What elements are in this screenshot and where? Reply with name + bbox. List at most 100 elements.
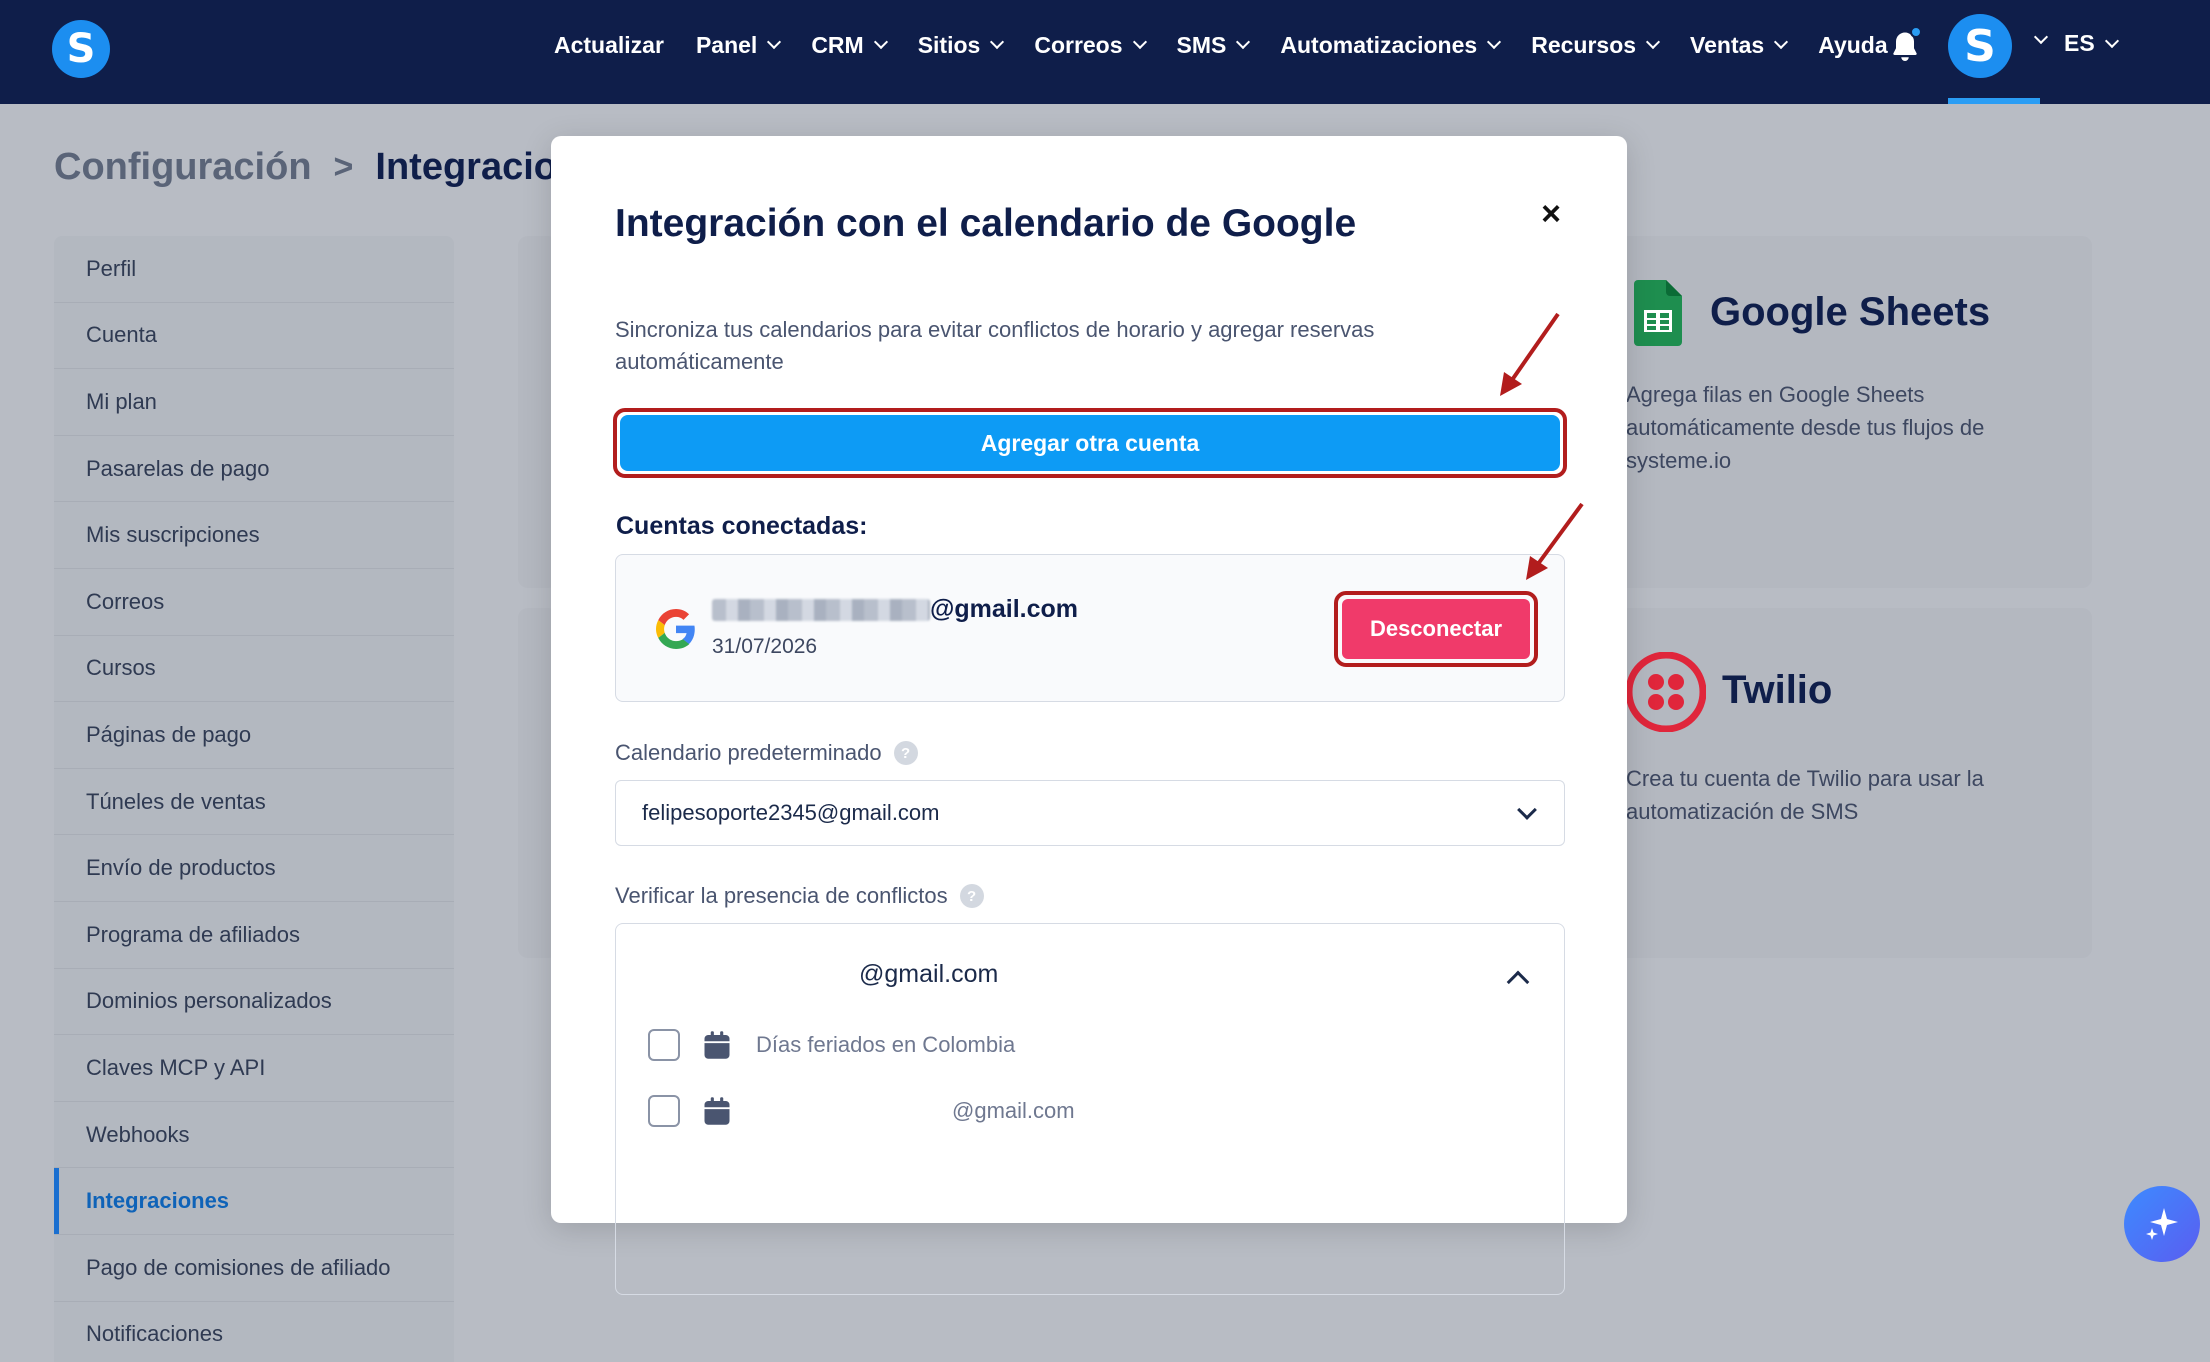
close-icon[interactable]: × bbox=[1533, 195, 1569, 233]
google-calendar-modal: Integración con el calendario de Google … bbox=[551, 136, 1627, 1295]
avatar-letter: S bbox=[1964, 20, 1996, 72]
sidebar-item[interactable]: Integraciones bbox=[54, 1168, 454, 1235]
sidebar-item[interactable]: Webhooks bbox=[54, 1102, 454, 1169]
calendar-checkbox[interactable] bbox=[648, 1095, 680, 1127]
sidebar-item[interactable]: Túneles de ventas bbox=[54, 769, 454, 836]
sidebar-item[interactable]: Cursos bbox=[54, 636, 454, 703]
sidebar-item[interactable]: Mis suscripciones bbox=[54, 502, 454, 569]
sidebar-item[interactable]: Programa de afiliados bbox=[54, 902, 454, 969]
default-calendar-select[interactable]: felipesoporte2345@gmail.com bbox=[615, 780, 1565, 846]
nav-item-sitios[interactable]: Sitios bbox=[917, 31, 1005, 59]
modal-description: Sincroniza tus calendarios para evitar c… bbox=[615, 317, 1375, 374]
sidebar-item[interactable]: Pago de comisiones de afiliado bbox=[54, 1235, 454, 1302]
main-nav: Actualizar Panel CRM Sitios Correos SMS Automa… bbox=[554, 0, 1920, 90]
sidebar-item-label: Pago de comisiones de afiliado bbox=[86, 1254, 391, 1280]
systeme-logo[interactable]: S bbox=[52, 20, 110, 78]
calendar-name: Días feriados en Colombia bbox=[756, 1032, 1016, 1057]
google-sheets-title: Google Sheets bbox=[1710, 290, 1991, 334]
sidebar-item[interactable]: Perfil bbox=[54, 236, 454, 303]
default-calendar-label-text: Calendario predeterminado bbox=[615, 740, 882, 765]
help-icon[interactable]: ? bbox=[959, 884, 984, 908]
chevron-down-icon bbox=[767, 34, 782, 50]
language-selector[interactable]: ES bbox=[2064, 30, 2119, 57]
sidebar-item[interactable]: Cuenta bbox=[54, 303, 454, 370]
connected-account-card: @gmail.com 31/07/2026 Desconectar bbox=[615, 554, 1565, 702]
chevron-down-icon bbox=[1517, 800, 1537, 820]
nav-item-label: SMS bbox=[1176, 31, 1227, 58]
sidebar-item[interactable]: Claves MCP y API bbox=[54, 1035, 454, 1102]
breadcrumb-parent[interactable]: Configuración bbox=[54, 146, 312, 189]
calendar-checkbox[interactable] bbox=[648, 1029, 680, 1061]
nav-item-label: CRM bbox=[811, 31, 864, 58]
sidebar-item[interactable]: Dominios personalizados bbox=[54, 969, 454, 1036]
nav-item-panel[interactable]: Panel bbox=[695, 31, 782, 59]
sidebar-item-label: Cursos bbox=[86, 655, 156, 681]
nav-item-label: Correos bbox=[1034, 31, 1123, 58]
top-navbar: S Actualizar Panel CRM Sitios Correos SMS Auto… bbox=[0, 0, 2210, 104]
conflicts-calendar-group: @gmail.com Días feriados en Colombia @gm… bbox=[615, 923, 1565, 1295]
nav-item-ayuda[interactable]: Ayuda bbox=[1818, 32, 1887, 59]
nav-item-label: Actualizar bbox=[554, 31, 664, 58]
sidebar-item[interactable]: Pasarelas de pago bbox=[54, 436, 454, 503]
language-label: ES bbox=[2064, 30, 2095, 56]
nav-item-sms[interactable]: SMS bbox=[1176, 31, 1251, 59]
sidebar-item-label: Perfil bbox=[86, 255, 137, 281]
google-sheets-description: Agrega filas en Google Sheets automática… bbox=[1626, 382, 1985, 473]
twilio-description: Crea tu cuenta de Twilio para usar la au… bbox=[1626, 766, 1984, 824]
integration-card-google-sheets[interactable]: Google Sheets Agrega filas en Google She… bbox=[1600, 236, 2092, 588]
calendar-icon bbox=[704, 1031, 730, 1059]
avatar-active-indicator bbox=[1948, 98, 2040, 104]
calendar-group-title: @gmail.com bbox=[859, 960, 999, 988]
sidebar-item-label: Pasarelas de pago bbox=[86, 455, 270, 481]
language-chevron-down-icon bbox=[2104, 33, 2119, 48]
conflicts-label: Verificar la presencia de conflictos ? bbox=[615, 883, 984, 909]
nav-item-crm[interactable]: CRM bbox=[811, 31, 888, 59]
breadcrumb: Configuración > Integraciones bbox=[54, 146, 622, 189]
nav-item-label: Panel bbox=[695, 31, 758, 58]
sidebar-item-label: Programa de afiliados bbox=[86, 921, 301, 947]
twilio-title: Twilio bbox=[1722, 668, 1833, 712]
add-account-button[interactable]: Agregar otra cuenta bbox=[620, 415, 1560, 471]
sidebar-item-label: Mis suscripciones bbox=[86, 522, 260, 548]
nav-item-label: Recursos bbox=[1531, 31, 1637, 58]
avatar-chevron-down-icon[interactable] bbox=[2033, 29, 2049, 45]
google-icon bbox=[656, 609, 695, 649]
nav-item-correos[interactable]: Correos bbox=[1034, 31, 1147, 59]
integration-card-twilio[interactable]: Twilio Crea tu cuenta de Twilio para usa… bbox=[1600, 608, 2092, 958]
nav-item-automatizaciones[interactable]: Automatizaciones bbox=[1280, 32, 1502, 59]
add-account-highlight: Agregar otra cuenta bbox=[613, 408, 1567, 478]
sidebar-item-label: Mi plan bbox=[86, 388, 157, 414]
help-icon[interactable]: ? bbox=[893, 741, 918, 765]
sidebar-item-label: Cuenta bbox=[86, 322, 157, 348]
connected-accounts-label: Cuentas conectadas: bbox=[616, 512, 868, 540]
nav-item-label: Sitios bbox=[917, 31, 981, 58]
account-date: 31/07/2026 bbox=[712, 635, 818, 658]
sidebar-item-label: Webhooks bbox=[86, 1121, 190, 1147]
nav-item-label: Ayuda bbox=[1818, 31, 1888, 58]
sidebar-item[interactable]: Envío de productos bbox=[54, 835, 454, 902]
chevron-up-icon[interactable] bbox=[1506, 970, 1530, 994]
chevron-down-icon bbox=[1236, 34, 1251, 50]
nav-item-recursos[interactable]: Recursos bbox=[1531, 31, 1661, 59]
user-avatar[interactable]: S bbox=[1948, 14, 2012, 78]
chevron-down-icon bbox=[1774, 34, 1789, 50]
ai-assistant-button[interactable] bbox=[2124, 1186, 2200, 1262]
sidebar-item[interactable]: Mi plan bbox=[54, 369, 454, 436]
chevron-down-icon bbox=[990, 34, 1005, 50]
calendar-row: @gmail.com bbox=[648, 1094, 1075, 1128]
nav-item-ventas[interactable]: Ventas bbox=[1690, 32, 1789, 59]
nav-item-actualizar[interactable]: Actualizar bbox=[554, 32, 664, 59]
sidebar-item[interactable]: Páginas de pago bbox=[54, 702, 454, 769]
sidebar-item-label: Envío de productos bbox=[86, 855, 276, 881]
chevron-down-icon bbox=[1132, 34, 1147, 50]
default-calendar-value: felipesoporte2345@gmail.com bbox=[642, 800, 940, 825]
breadcrumb-separator-icon: > bbox=[333, 148, 354, 186]
sidebar-item[interactable]: Correos bbox=[54, 569, 454, 636]
calendar-icon bbox=[704, 1097, 730, 1125]
twilio-icon bbox=[1626, 652, 1706, 732]
logo-letter: S bbox=[66, 26, 96, 72]
sidebar-item-label: Túneles de ventas bbox=[86, 788, 266, 814]
notification-dot bbox=[1910, 26, 1922, 38]
disconnect-button[interactable]: Desconectar bbox=[1342, 599, 1530, 659]
sidebar-item[interactable]: Notificaciones bbox=[54, 1302, 454, 1362]
